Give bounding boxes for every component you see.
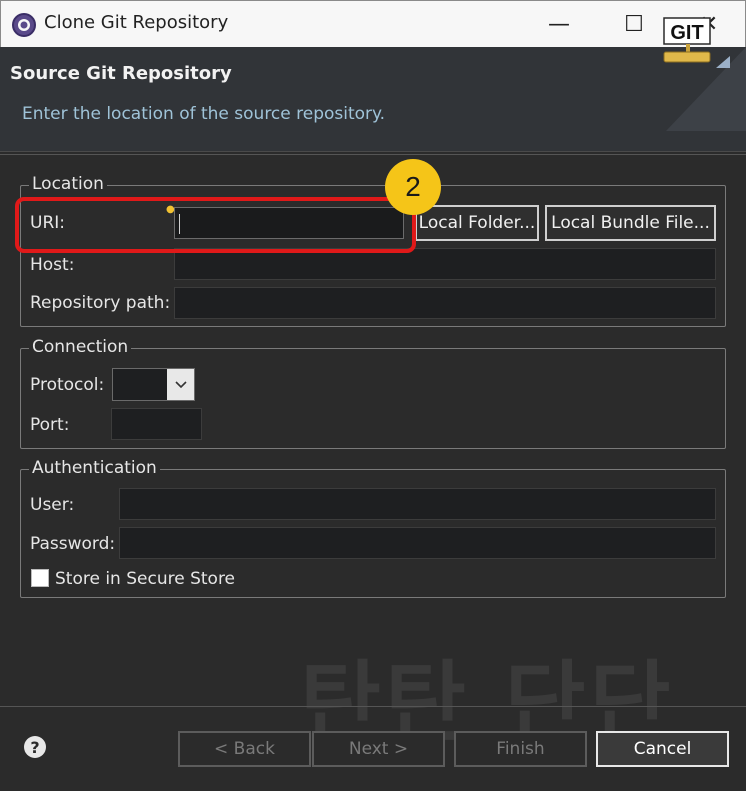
host-label: Host: [30,255,75,275]
minimize-button[interactable]: — [531,1,587,48]
secure-store-checkbox[interactable] [31,569,49,587]
protocol-select[interactable] [112,368,195,401]
secure-store-label[interactable]: Store in Secure Store [55,569,235,589]
local-bundle-file-button[interactable]: Local Bundle File... [545,205,716,241]
footer-separator [0,706,746,707]
maximize-button[interactable]: ☐ [606,1,662,48]
back-button[interactable]: < Back [178,731,311,767]
next-button[interactable]: Next > [312,731,445,767]
uri-highlight-box [15,197,416,253]
wizard-banner: Source Git Repository Enter the location… [0,47,746,152]
svg-text:GIT: GIT [670,22,703,44]
user-input[interactable] [119,488,716,520]
local-folder-button[interactable]: Local Folder... [415,205,539,241]
page-description: Enter the location of the source reposit… [22,104,386,124]
location-legend: Location [29,174,107,194]
password-label: Password: [30,534,116,554]
git-logo-icon: GIT [663,17,730,68]
cancel-button[interactable]: Cancel [596,731,729,767]
repository-path-input[interactable] [174,287,716,319]
page-title: Source Git Repository [10,63,232,84]
step-number-badge: 2 [385,159,441,215]
chevron-down-icon[interactable] [167,369,194,400]
password-input[interactable] [119,527,716,559]
repository-path-label: Repository path: [30,293,171,313]
finish-button[interactable]: Finish [454,731,587,767]
banner-separator [0,154,746,155]
port-label: Port: [30,415,70,435]
user-label: User: [30,495,75,515]
window-title: Clone Git Repository [44,12,229,33]
title-bar: Clone Git Repository — ☐ ✕ [0,0,746,47]
authentication-legend: Authentication [29,458,160,478]
port-input[interactable] [111,408,202,440]
connection-legend: Connection [29,337,132,357]
protocol-label: Protocol: [30,375,105,395]
eclipse-gear-icon [12,13,36,37]
help-icon[interactable]: ? [24,736,46,758]
